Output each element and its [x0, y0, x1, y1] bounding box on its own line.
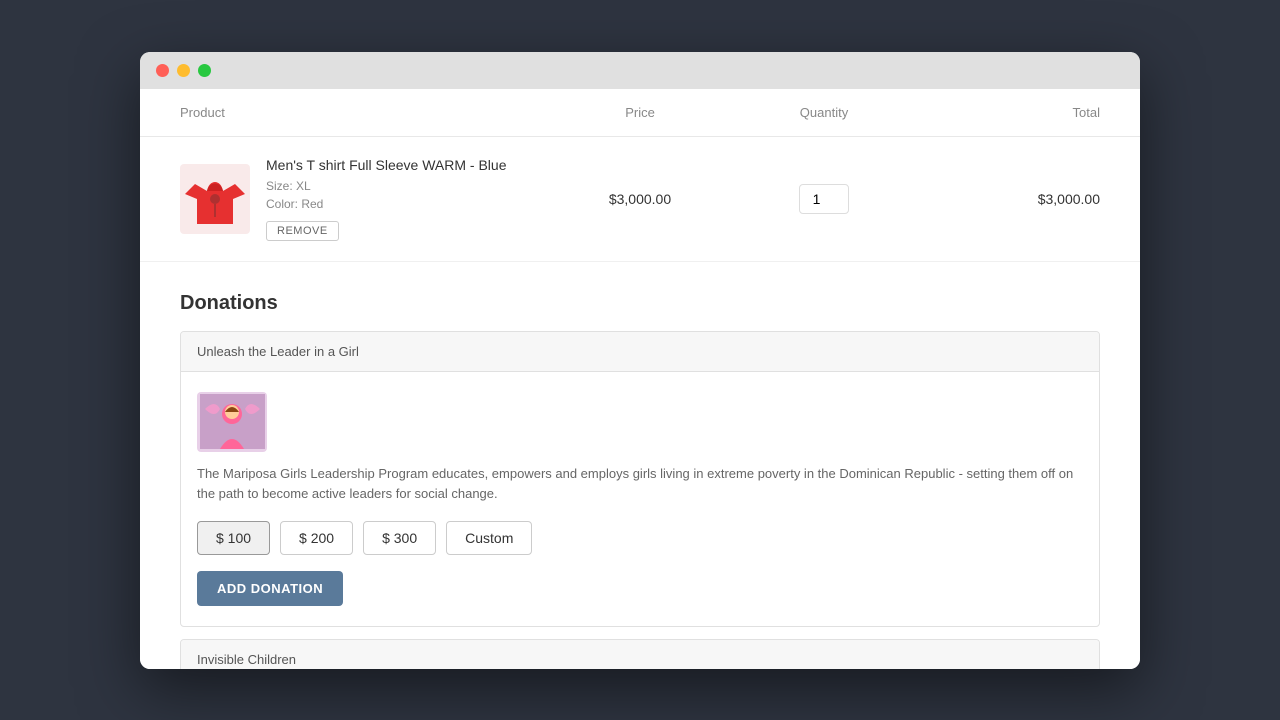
col-price: Price: [548, 105, 732, 120]
minimize-dot[interactable]: [177, 64, 190, 77]
remove-button[interactable]: REMOVE: [266, 221, 339, 241]
maximize-dot[interactable]: [198, 64, 211, 77]
donation-description: The Mariposa Girls Leadership Program ed…: [197, 464, 1083, 506]
browser-window: Product Price Quantity Total: [140, 52, 1140, 669]
quantity-input[interactable]: [799, 184, 849, 214]
donation-card-body-1: The Mariposa Girls Leadership Program ed…: [181, 372, 1099, 627]
product-size: Size: XL: [266, 177, 506, 195]
col-total: Total: [916, 105, 1100, 120]
amount-custom-button[interactable]: Custom: [446, 521, 532, 555]
donation-image: [197, 392, 267, 452]
amount-200-button[interactable]: $ 200: [280, 521, 353, 555]
product-total: $3,000.00: [916, 191, 1100, 207]
table-header: Product Price Quantity Total: [140, 89, 1140, 137]
donation-thumbnail: [200, 394, 265, 449]
product-quantity: [732, 184, 916, 214]
donation-amounts: $ 100 $ 200 $ 300 Custom: [197, 521, 1083, 555]
donations-title: Donations: [180, 292, 1100, 315]
donation-card-header-1: Unleash the Leader in a Girl: [181, 332, 1099, 372]
titlebar: [140, 52, 1140, 89]
product-name: Men's T shirt Full Sleeve WARM - Blue: [266, 157, 506, 173]
amount-100-button[interactable]: $ 100: [197, 521, 270, 555]
product-details: Men's T shirt Full Sleeve WARM - Blue Si…: [266, 157, 506, 241]
product-image: [180, 164, 250, 234]
col-product: Product: [180, 105, 548, 120]
close-dot[interactable]: [156, 64, 169, 77]
add-donation-button[interactable]: ADD DONATION: [197, 571, 343, 606]
content-area: Product Price Quantity Total: [140, 89, 1140, 669]
col-quantity: Quantity: [732, 105, 916, 120]
product-info: Men's T shirt Full Sleeve WARM - Blue Si…: [180, 157, 548, 241]
donation-card-1: Unleash the Leader in a Girl: [180, 331, 1100, 628]
amount-300-button[interactable]: $ 300: [363, 521, 436, 555]
donation-card-2: Invisible Children: [180, 639, 1100, 668]
product-color: Color: Red: [266, 195, 506, 213]
donations-section: Donations Unleash the Leader in a Girl: [140, 262, 1140, 669]
cart-item-row: Men's T shirt Full Sleeve WARM - Blue Si…: [140, 137, 1140, 262]
tshirt-icon: [185, 169, 245, 229]
product-price: $3,000.00: [548, 191, 732, 207]
donation-card-header-2: Invisible Children: [181, 640, 1099, 668]
